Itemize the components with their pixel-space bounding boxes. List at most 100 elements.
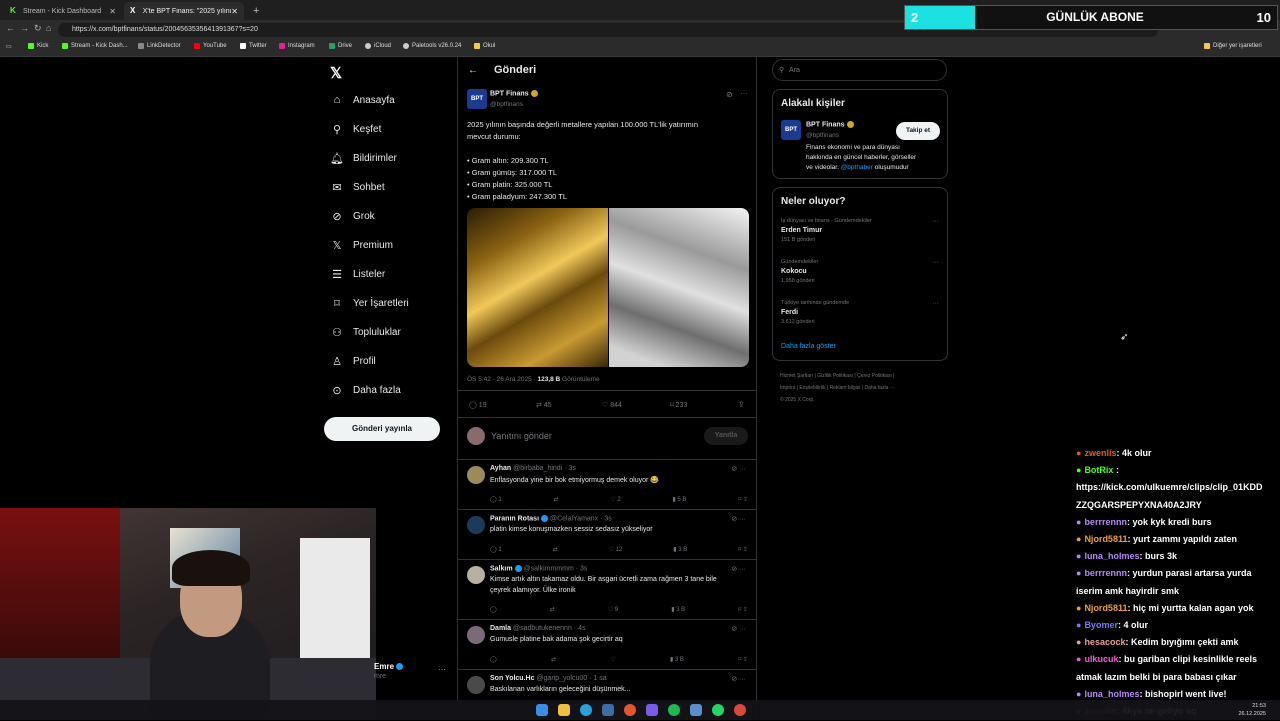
more-options-icon[interactable]: ⊘ ··· [731, 465, 746, 473]
footer-link[interactable]: Erişilebilirlik [799, 385, 825, 391]
sidebar-item-bookmarks[interactable]: ⌑ Yer İşaretleri [330, 297, 409, 310]
trend-item[interactable]: Gündemdekiler Kokocu 1.958 gönderi [781, 259, 818, 284]
footer-link[interactable]: Hizmet Şartları [780, 373, 813, 379]
edge-icon[interactable] [580, 704, 592, 716]
chat-username[interactable]: luna_holmes [1084, 689, 1139, 699]
avatar[interactable]: BPT [781, 120, 801, 140]
more-options-icon[interactable]: ··· [932, 218, 939, 225]
account-handle[interactable]: mre [374, 673, 386, 680]
sidebar-item-profile[interactable]: ♙ Profil [330, 355, 376, 368]
retweet-icon[interactable]: ⇄ [554, 496, 559, 503]
more-options-icon[interactable]: ⊘ ··· [731, 515, 746, 523]
forward-icon[interactable]: → [20, 23, 29, 33]
views-icon[interactable]: ▮ 3 B [673, 546, 687, 553]
avatar[interactable] [467, 516, 485, 534]
more-options-icon[interactable]: ··· [438, 665, 446, 674]
steam-icon[interactable] [602, 704, 614, 716]
app-icon[interactable] [690, 704, 702, 716]
avatar[interactable] [467, 676, 485, 694]
footer-link[interactable]: Daha fazla ··· [864, 385, 894, 391]
chat-username[interactable]: Njord5811 [1084, 534, 1127, 544]
retweet-icon[interactable]: ⇄ [551, 656, 556, 663]
views-icon[interactable]: ▮ 5 B [672, 496, 686, 503]
avatar[interactable] [467, 466, 485, 484]
avatar[interactable] [467, 566, 485, 584]
heart-icon[interactable]: ♡ [610, 656, 615, 663]
follow-button[interactable]: Takip et [896, 122, 940, 140]
other-bookmarks[interactable]: Diğer yer işaretleri [1204, 43, 1262, 49]
heart-icon[interactable]: ♡ 2 [610, 496, 620, 503]
trend-item[interactable]: İş dünyası ve finans · Gündemdekiler Erde… [781, 218, 872, 243]
show-more-link[interactable]: Daha fazla göster [781, 343, 836, 350]
grok-icon[interactable]: ⊘ [726, 90, 733, 99]
bookmark-stream[interactable]: Stream - Kick Dash... [62, 43, 128, 49]
bookmark-icon[interactable]: ⌑ ⇪ [738, 546, 748, 553]
file-explorer-icon[interactable] [558, 704, 570, 716]
search-input[interactable]: ⚲ Ara [772, 59, 947, 81]
close-icon[interactable]: ✕ [109, 7, 116, 16]
bookmark-action[interactable]: ⌑ 233 [670, 401, 687, 409]
chat-username[interactable]: ulkucuk [1084, 654, 1118, 664]
chat-username[interactable]: BotRix [1084, 465, 1113, 475]
sidebar-item-notifications[interactable]: 🔔︎ Bildirimler [330, 152, 397, 165]
new-tab-button[interactable]: + [247, 2, 263, 20]
like-action[interactable]: ♡ 844 [602, 401, 622, 409]
sidebar-item-home[interactable]: ⌂ Anasayfa [330, 94, 395, 106]
footer-link[interactable]: Imprint [780, 385, 795, 391]
back-icon[interactable]: ← [6, 23, 15, 33]
views-icon[interactable]: ▮ 3 B [670, 656, 684, 663]
related-name[interactable]: BPT Finans [806, 121, 854, 128]
discord-icon[interactable] [646, 704, 658, 716]
reply-input[interactable]: Yanıtını gönder [491, 431, 552, 441]
bookmark-icon[interactable]: ⌑ ⇪ [738, 606, 748, 613]
retweet-action[interactable]: ⇄ 45 [536, 401, 552, 409]
bookmark-instagram[interactable]: Instagram [279, 43, 315, 49]
trend-item[interactable]: Türkiye tarihinde gündemde Ferdi 3.612 gön… [781, 300, 849, 325]
tweet-author-name[interactable]: BPT Finans [490, 90, 538, 97]
bookmark-icon[interactable]: ⌑ ⇪ [738, 656, 748, 663]
more-options-icon[interactable]: ··· [740, 89, 748, 98]
more-options-icon[interactable]: ··· [932, 259, 939, 266]
home-icon[interactable]: ⌂ [46, 23, 51, 33]
chat-username[interactable]: luna_holmes [1084, 551, 1139, 561]
chat-username[interactable]: Njord5811 [1084, 603, 1127, 613]
post-button[interactable]: Gönderi yayınla [324, 417, 440, 441]
bookmark-twitter[interactable]: Twitter [240, 43, 267, 49]
chat-username[interactable]: hesacock [1084, 637, 1125, 647]
footer-link[interactable]: Reklam bilgisi [830, 385, 861, 391]
bookmark-drive[interactable]: Drive [329, 43, 352, 49]
more-options-icon[interactable]: ⊘ ··· [731, 675, 746, 683]
bookmark-icon[interactable]: ⌑ ⇪ [738, 496, 748, 503]
views-icon[interactable]: ▮ 3 B [671, 606, 685, 613]
bookmark-icloud[interactable]: iCloud [365, 43, 391, 49]
bookmark-linkdetector[interactable]: LinkDetector [138, 43, 181, 49]
more-options-icon[interactable]: ⊘ ··· [731, 565, 746, 573]
spotify-icon[interactable] [668, 704, 680, 716]
tweet-author-handle[interactable]: @bptfinans [490, 101, 523, 108]
reply-item[interactable]: Paranın Rotası @CelalYamanx · 3s ⊘ ··· p… [458, 509, 756, 560]
heart-icon[interactable]: ♡ 9 [608, 606, 618, 613]
reply-button[interactable]: Yanıtla [704, 427, 748, 445]
footer-link[interactable]: Gizlilik Politikası [817, 373, 853, 379]
bookmark-okul[interactable]: Okul [474, 43, 495, 49]
chat-username[interactable]: zwenlis [1084, 448, 1116, 458]
sidebar-item-communities[interactable]: ⚇ Topluluklar [330, 326, 401, 339]
x-logo-icon[interactable]: 𝕏 [330, 64, 342, 82]
footer-link[interactable]: Çerez Politikası [857, 373, 892, 379]
share-icon[interactable]: ⇪ [738, 400, 745, 409]
sidebar-item-explore[interactable]: ⚲ Keşfet [330, 123, 381, 136]
reply-icon[interactable]: ◯ 1 [490, 546, 502, 553]
reply-icon[interactable]: ◯ [490, 606, 497, 613]
avatar[interactable]: BPT [467, 89, 487, 109]
reply-item[interactable]: Salkım @salkimmmmm · 3s ⊘ ··· Kimse artı… [458, 559, 756, 620]
avatar[interactable] [467, 626, 485, 644]
windows-start-icon[interactable] [536, 704, 548, 716]
tab-kick-dashboard[interactable]: K Stream - Kick Dashboard ✕ [4, 2, 122, 20]
sidebar-item-chat[interactable]: ✉ Sohbet [330, 181, 384, 194]
sidebar-item-lists[interactable]: ☰ Listeler [330, 268, 385, 281]
bookmark-kick[interactable]: Kick [28, 43, 48, 49]
sidebar-item-more[interactable]: ⊙ Daha fazla [330, 384, 400, 397]
apps-icon[interactable]: ▭ [6, 43, 12, 50]
more-options-icon[interactable]: ··· [932, 300, 939, 307]
reply-item[interactable]: Ayhan @birbaba_hindi · 3s ⊘ ··· Enflasyo… [458, 459, 756, 510]
